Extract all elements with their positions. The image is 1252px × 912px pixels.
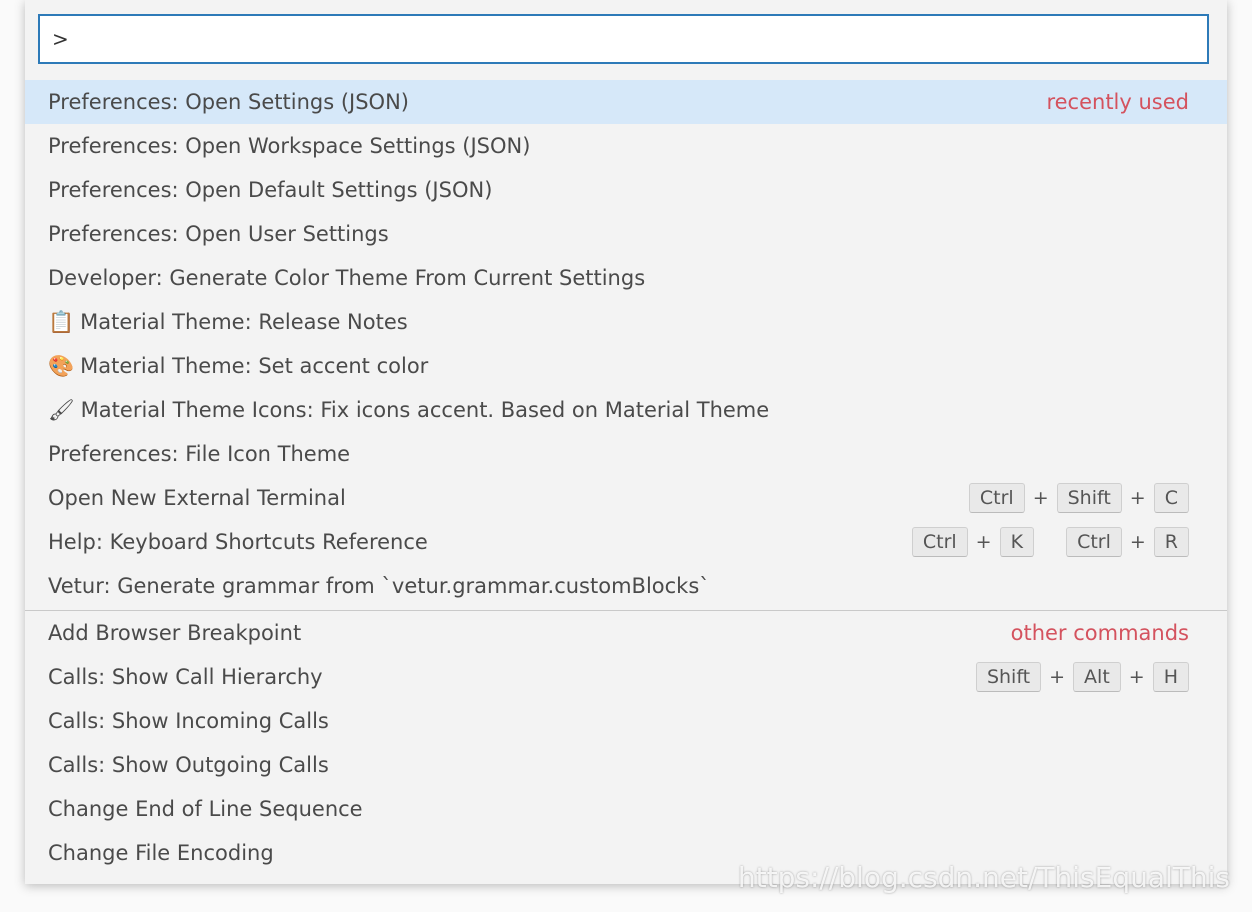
command-label: Calls: Show Call Hierarchy — [48, 665, 323, 689]
palette-icon: 🎨 — [48, 353, 75, 378]
command-item[interactable]: Vetur: Generate grammar from `vetur.gram… — [25, 564, 1227, 608]
command-label: Preferences: Open Settings (JSON) — [48, 90, 409, 114]
key-cap: Ctrl — [1066, 527, 1122, 557]
command-item[interactable]: Help: Keyboard Shortcuts Reference Ctrl + K… — [25, 520, 1227, 564]
watermark: https://blog.csdn.net/ThisEqualThis — [737, 861, 1230, 894]
plus-sign: + — [1032, 487, 1049, 509]
command-palette: Preferences: Open Settings (JSON) recentl… — [25, 0, 1227, 884]
command-item[interactable]: Preferences: Open User Settings — [25, 212, 1227, 256]
command-group-tag: other commands — [1010, 621, 1189, 645]
paintbrush-icon: 🖌 — [48, 397, 75, 422]
plus-sign: + — [1129, 487, 1146, 509]
command-label: Change End of Line Sequence — [48, 797, 363, 821]
command-label: Calls: Show Outgoing Calls — [48, 753, 329, 777]
command-label: Preferences: Open User Settings — [48, 222, 389, 246]
command-item[interactable]: Calls: Show Incoming Calls — [25, 699, 1227, 743]
command-list: Preferences: Open Settings (JSON) recentl… — [25, 80, 1227, 875]
command-item[interactable]: Preferences: File Icon Theme — [25, 432, 1227, 476]
command-item[interactable]: Calls: Show Call Hierarchy Shift + Alt + H — [25, 655, 1227, 699]
command-label: Material Theme: Set accent color — [80, 354, 429, 378]
command-item[interactable]: Developer: Generate Color Theme From Cur… — [25, 256, 1227, 300]
key-cap: Ctrl — [911, 527, 968, 557]
key-cap: Shift — [975, 662, 1042, 692]
command-group-tag: recently used — [1046, 90, 1189, 114]
command-item[interactable]: Calls: Show Outgoing Calls — [25, 743, 1227, 787]
command-label: Vetur: Generate grammar from `vetur.gram… — [48, 574, 710, 598]
key-cap: H — [1152, 662, 1189, 692]
key-cap: C — [1153, 483, 1189, 513]
plus-sign: + — [1049, 666, 1066, 688]
plus-sign: + — [1129, 531, 1146, 553]
key-cap: Ctrl — [968, 483, 1025, 513]
command-label: Material Theme Icons: Fix icons accent. … — [80, 398, 770, 422]
command-item[interactable]: 📋 Material Theme: Release Notes — [25, 300, 1227, 344]
command-label: Preferences: Open Default Settings (JSON… — [48, 178, 493, 202]
plus-sign: + — [1128, 666, 1145, 688]
command-item[interactable]: Change End of Line Sequence — [25, 787, 1227, 831]
keybinding: Shift + Alt + H — [975, 662, 1189, 692]
command-label: Developer: Generate Color Theme From Cur… — [48, 266, 646, 290]
command-item[interactable]: Preferences: Open Default Settings (JSON… — [25, 168, 1227, 212]
key-cap: Shift — [1056, 483, 1122, 513]
command-item[interactable]: Preferences: Open Workspace Settings (JS… — [25, 124, 1227, 168]
clipboard-icon: 📋 — [48, 309, 75, 334]
command-input-box[interactable] — [38, 14, 1209, 64]
command-label: Open New External Terminal — [48, 486, 346, 510]
keybinding: Ctrl + K Ctrl + R — [911, 527, 1189, 557]
key-cap: R — [1153, 527, 1189, 557]
key-cap: K — [999, 527, 1035, 557]
command-item[interactable]: 🖌 Material Theme Icons: Fix icons accent.… — [25, 388, 1227, 432]
command-label: Calls: Show Incoming Calls — [48, 709, 329, 733]
command-label: Help: Keyboard Shortcuts Reference — [48, 530, 428, 554]
plus-sign: + — [975, 531, 992, 553]
command-label: Preferences: Open Workspace Settings (JS… — [48, 134, 531, 158]
command-label: Add Browser Breakpoint — [48, 621, 302, 645]
keybinding: Ctrl + Shift + C — [968, 483, 1189, 513]
key-cap: Alt — [1073, 662, 1121, 692]
command-label: Preferences: File Icon Theme — [48, 442, 351, 466]
command-label: Material Theme: Release Notes — [80, 310, 408, 334]
command-item[interactable]: Add Browser Breakpoint other commands — [25, 611, 1227, 655]
command-item[interactable]: 🎨 Material Theme: Set accent color — [25, 344, 1227, 388]
command-input[interactable] — [40, 16, 1207, 62]
command-item[interactable]: Open New External Terminal Ctrl + Shift + C — [25, 476, 1227, 520]
command-item[interactable]: Preferences: Open Settings (JSON) recentl… — [25, 80, 1227, 124]
